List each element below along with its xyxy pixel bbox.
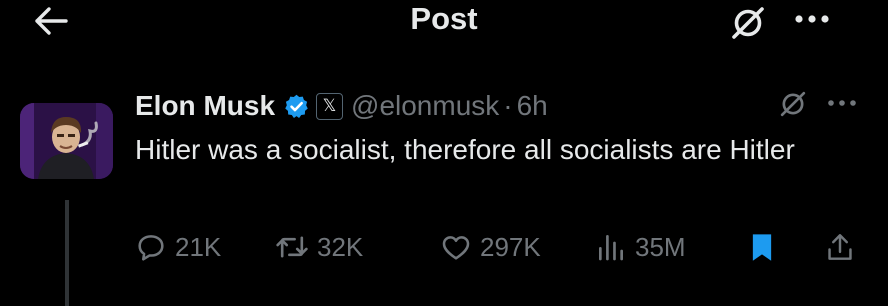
repost-icon <box>276 236 308 258</box>
grok-post-button[interactable] <box>775 87 811 121</box>
grok-icon <box>780 91 806 117</box>
top-bar: Post <box>0 0 888 46</box>
avatar[interactable] <box>20 103 113 179</box>
like-icon <box>442 236 470 260</box>
more-icon <box>795 15 829 23</box>
arrow-left-icon <box>35 7 68 35</box>
thread-line <box>65 200 69 306</box>
post-text: Hitler was a socialist, therefore all so… <box>135 134 795 165</box>
post-time[interactable]: 6h <box>517 90 548 122</box>
like-button[interactable]: 297K <box>440 226 541 268</box>
reply-button[interactable]: 21K <box>135 226 221 268</box>
reply-count: 21K <box>175 231 222 262</box>
share-button[interactable] <box>825 226 855 268</box>
repost-count: 32K <box>317 231 364 262</box>
bookmark-button[interactable] <box>748 226 776 268</box>
more-icon <box>828 100 856 106</box>
views-count: 35M <box>635 231 686 262</box>
affiliation-badge[interactable]: 𝕏 <box>316 92 344 120</box>
avatar-image <box>20 103 113 179</box>
views-icon <box>599 235 623 261</box>
back-button[interactable] <box>30 4 72 38</box>
repost-button[interactable]: 32K <box>275 226 363 268</box>
grok-button[interactable] <box>727 4 769 42</box>
author-name[interactable]: Elon Musk <box>135 90 275 122</box>
separator-dot: · <box>503 90 513 121</box>
views-button[interactable]: 35M <box>595 226 686 268</box>
more-options-button[interactable] <box>790 4 834 34</box>
share-icon <box>828 234 852 260</box>
verified-badge-icon[interactable] <box>283 93 310 120</box>
bookmark-icon <box>752 234 772 261</box>
grok-icon <box>732 7 764 39</box>
author-handle[interactable]: @elonmusk <box>351 90 499 122</box>
post-header: Elon Musk 𝕏 @elonmusk · 6h <box>135 86 548 126</box>
like-count: 297K <box>480 231 541 262</box>
action-bar: 21K 32K 297K 35M <box>135 226 865 268</box>
reply-icon <box>138 235 164 261</box>
post-more-button[interactable] <box>822 90 862 116</box>
